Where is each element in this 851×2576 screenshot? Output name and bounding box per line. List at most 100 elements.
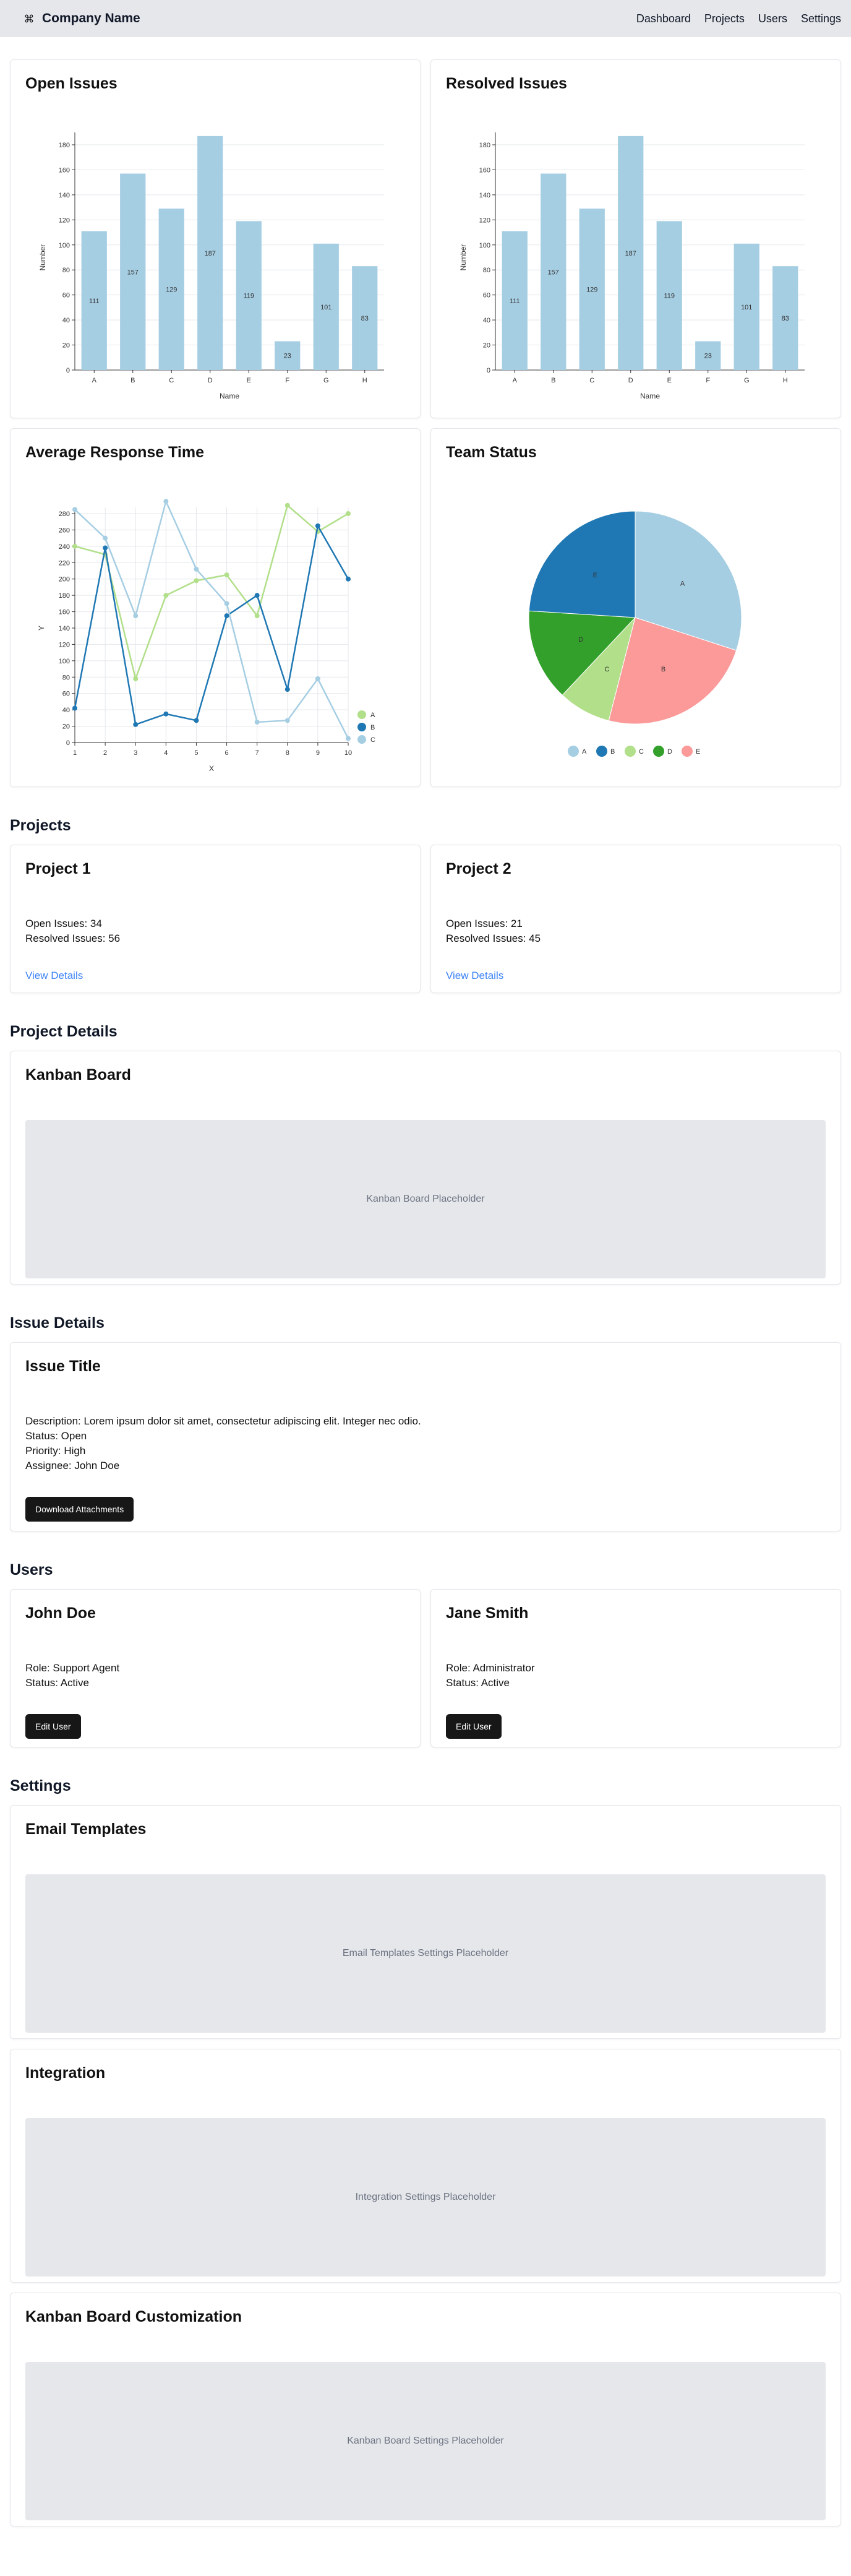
issue-status: Status: Open — [25, 1430, 87, 1442]
kanban-customization-title: Kanban Board Customization — [25, 2308, 242, 2325]
bar-value-label: 83 — [782, 315, 789, 322]
y-tick-label: 100 — [59, 658, 70, 665]
pie-slice — [528, 510, 636, 618]
x-tick-label: E — [247, 377, 251, 384]
edit-user-button[interactable]: Edit User — [446, 1714, 502, 1739]
bar-value-label: 111 — [89, 298, 100, 305]
project-name: Project 2 — [446, 860, 511, 877]
project-card: Project 1 Open Issues: 34 Resolved Issue… — [10, 845, 421, 993]
legend-label: B — [370, 724, 375, 731]
y-tick-label: 120 — [59, 217, 70, 224]
data-point — [133, 676, 139, 681]
pie-slice-label: B — [661, 666, 665, 673]
x-tick-label: 7 — [255, 749, 259, 757]
y-tick-label: 60 — [62, 691, 70, 698]
y-tick-label: 100 — [479, 242, 490, 249]
bar-value-label: 83 — [361, 315, 369, 322]
kanban-card: Kanban Board Kanban Board Placeholder — [10, 1051, 841, 1285]
project-open-issues: Open Issues: 21 — [446, 918, 523, 929]
legend-marker — [625, 746, 636, 757]
settings-section-title: Settings — [10, 1777, 71, 1794]
data-point — [163, 711, 169, 717]
legend-marker — [357, 723, 366, 731]
x-tick-label: D — [208, 377, 213, 384]
nav-projects[interactable]: Projects — [704, 12, 745, 25]
resolved-issues-card: Resolved Issues 0 20 40 60 80 100 120 140 160 180… — [430, 59, 841, 418]
x-tick-label: F — [285, 377, 289, 384]
data-point — [254, 613, 260, 619]
y-tick-label: 180 — [59, 592, 70, 600]
bar-value-label: 187 — [625, 250, 636, 257]
y-tick-label: 120 — [59, 641, 70, 648]
settings-row-kanban: Kanban Board Customization Kanban Board … — [10, 2293, 841, 2526]
issue-assignee: Assignee: John Doe — [25, 1460, 120, 1471]
series-line — [74, 504, 349, 682]
x-tick-label: H — [362, 377, 367, 384]
y-tick-label: 20 — [483, 342, 490, 350]
nav-users[interactable]: Users — [758, 12, 787, 25]
email-templates-title: Email Templates — [25, 1820, 147, 1838]
nav-settings[interactable]: Settings — [801, 12, 841, 25]
bar-value-label: 101 — [741, 304, 752, 311]
x-tick-label: 4 — [164, 749, 168, 757]
bar-value-label: 119 — [664, 293, 675, 300]
x-tick-label: 1 — [73, 749, 77, 757]
legend-marker — [357, 710, 366, 719]
data-point — [284, 502, 290, 508]
pie-slice-label: E — [593, 572, 597, 579]
data-point — [254, 593, 260, 598]
nav-dashboard[interactable]: Dashboard — [636, 12, 691, 25]
view-details-link[interactable]: View Details — [25, 970, 83, 982]
y-tick-label: 60 — [483, 292, 490, 299]
project-name: Project 1 — [25, 860, 91, 877]
y-tick-label: 200 — [59, 576, 70, 584]
top-header: Company Name Dashboard Projects Users Se… — [0, 0, 851, 37]
legend-marker — [596, 746, 607, 757]
x-tick-label: 3 — [134, 749, 137, 757]
data-point — [103, 535, 108, 541]
project-details-row: Kanban Board Kanban Board Placeholder — [10, 1051, 841, 1285]
y-tick-label: 160 — [59, 166, 70, 174]
download-attachments-button[interactable]: Download Attachments — [25, 1497, 134, 1522]
legend-label: B — [610, 748, 615, 756]
legend-marker — [357, 735, 366, 744]
bar-value-label: 187 — [205, 250, 216, 257]
y-tick-label: 20 — [62, 723, 70, 731]
project-resolved-issues: Resolved Issues: 56 — [25, 933, 121, 944]
x-axis-label: X — [209, 764, 214, 772]
data-point — [346, 511, 351, 516]
x-tick-label: 5 — [194, 749, 198, 757]
bar-value-label: 157 — [548, 269, 559, 276]
data-point — [72, 543, 77, 549]
projects-row: Project 1 Open Issues: 34 Resolved Issue… — [10, 845, 841, 993]
user-card: Jane Smith Role: Administrator Status: A… — [430, 1589, 841, 1747]
integration-placeholder: Integration Settings Placeholder — [25, 2118, 826, 2277]
brand[interactable]: Company Name — [22, 11, 140, 26]
charts-row-1: Open Issues 0 20 40 60 80 100 120 140 160 180 111 A… — [10, 59, 841, 418]
team-status-chart: A B C D E A B C D E — [528, 510, 742, 757]
bar-value-label: 157 — [127, 269, 139, 276]
view-details-link[interactable]: View Details — [446, 970, 503, 982]
x-tick-label: E — [667, 377, 672, 384]
y-axis-label: Number — [459, 244, 468, 271]
edit-user-button[interactable]: Edit User — [25, 1714, 81, 1739]
y-tick-label: 100 — [59, 242, 70, 249]
user-name: Jane Smith — [446, 1605, 529, 1622]
x-tick-label: B — [551, 377, 555, 384]
project-details-section-title: Project Details — [10, 1023, 118, 1040]
x-tick-label: A — [92, 377, 97, 384]
project-resolved-issues: Resolved Issues: 45 — [446, 933, 541, 944]
user-role: Role: Administrator — [446, 1662, 535, 1674]
user-role: Role: Support Agent — [25, 1662, 120, 1674]
legend-label: E — [696, 748, 700, 756]
team-status-title: Team Status — [446, 444, 537, 461]
resolved-issues-title: Resolved Issues — [446, 75, 567, 92]
integration-title: Integration — [25, 2064, 106, 2082]
issue-priority: Priority: High — [25, 1445, 86, 1457]
email-templates-placeholder: Email Templates Settings Placeholder — [25, 1874, 826, 2033]
bar-value-label: 101 — [320, 304, 331, 311]
legend-label: D — [667, 748, 672, 756]
settings-row-integration: Integration Integration Settings Placeho… — [10, 2049, 841, 2283]
data-point — [346, 736, 351, 741]
y-tick-label: 60 — [62, 292, 70, 299]
